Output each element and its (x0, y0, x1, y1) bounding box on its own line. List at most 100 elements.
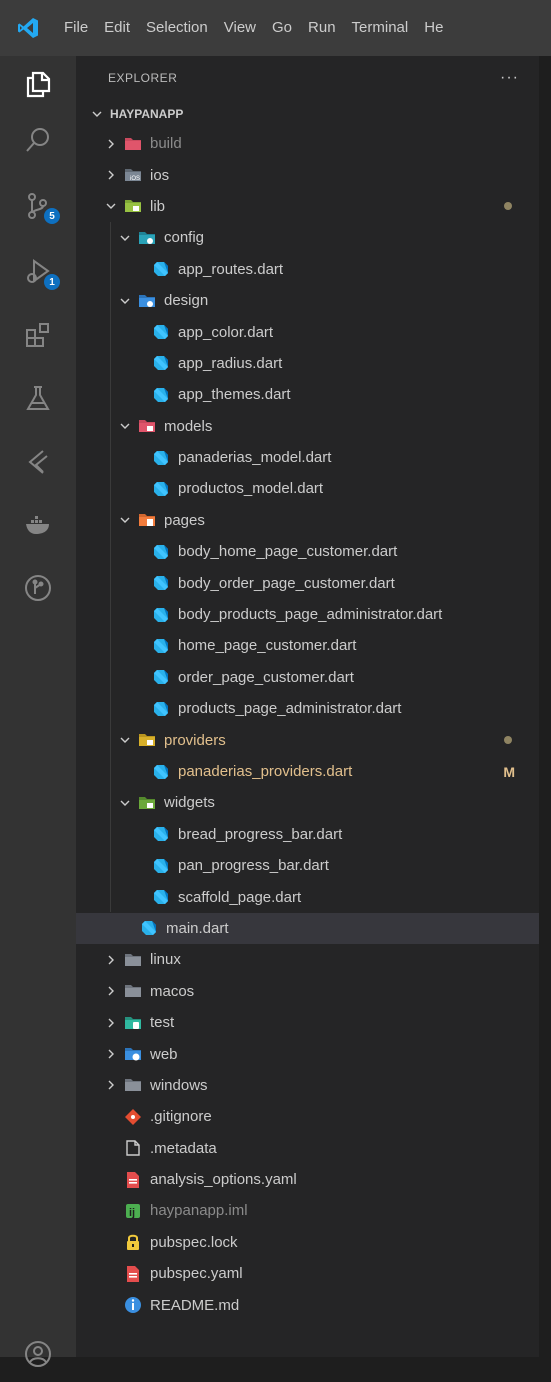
folder-pages[interactable]: pages (76, 505, 539, 536)
folder-build[interactable]: build (76, 128, 539, 159)
pages-folder-icon (138, 511, 156, 529)
file-body-order-page-customer-dart[interactable]: body_order_page_customer.dart (76, 567, 539, 598)
search-icon[interactable] (0, 112, 76, 168)
folder-config[interactable]: config (76, 222, 539, 253)
dart-file-icon (152, 354, 170, 372)
docker-icon[interactable] (0, 496, 76, 552)
file-products-page-administrator-dart[interactable]: products_page_administrator.dart (76, 693, 539, 724)
file-pan-progress-bar-dart[interactable]: pan_progress_bar.dart (76, 850, 539, 881)
explorer-icon[interactable] (0, 56, 76, 112)
editor-edge (539, 56, 551, 1357)
git-modified-badge: M (503, 763, 515, 780)
menu-he[interactable]: He (416, 0, 451, 56)
tree-item-label: pubspec.lock (150, 1233, 238, 1251)
file-order-page-customer-dart[interactable]: order_page_customer.dart (76, 662, 539, 693)
folder-ios[interactable]: iOS ios (76, 159, 539, 190)
source-control-badge: 5 (44, 208, 60, 224)
tree-item-label: README.md (150, 1296, 240, 1314)
tree-item-label: .metadata (150, 1139, 217, 1157)
tree-item-label: panaderias_model.dart (178, 449, 332, 467)
folder-web[interactable]: web (76, 1038, 539, 1069)
chevron-down-icon (118, 295, 132, 307)
tree-item-label: home_page_customer.dart (178, 637, 357, 655)
tree-item-label: haypanapp.iml (150, 1202, 248, 1220)
tree-item-label: providers (164, 731, 226, 749)
file-home-page-customer-dart[interactable]: home_page_customer.dart (76, 630, 539, 661)
tree-item-label: body_order_page_customer.dart (178, 574, 395, 592)
iml-file-icon: ij (124, 1202, 142, 1220)
folder-providers[interactable]: providers (76, 724, 539, 755)
file-app-color-dart[interactable]: app_color.dart (76, 316, 539, 347)
file-panaderias-providers-dart[interactable]: panaderias_providers.dart M (76, 756, 539, 787)
explorer-title: EXPLORER (108, 71, 178, 85)
dart-file-icon (152, 323, 170, 341)
chevron-down-icon (118, 734, 132, 746)
menu-file[interactable]: File (56, 0, 96, 56)
source-control-icon[interactable]: 5 (0, 178, 76, 234)
file-metadata[interactable]: .metadata (76, 1133, 539, 1164)
dart-file-icon (152, 857, 170, 875)
file-app-radius-dart[interactable]: app_radius.dart (76, 348, 539, 379)
file-gitignore[interactable]: .gitignore (76, 1101, 539, 1132)
folder-windows[interactable]: windows (76, 1070, 539, 1101)
gitignore-file-icon (124, 1108, 142, 1126)
flutter-icon[interactable] (0, 434, 76, 490)
tree-item-label: test (150, 1014, 175, 1032)
testing-icon[interactable] (0, 370, 76, 426)
folder-linux[interactable]: linux (76, 944, 539, 975)
extensions-icon[interactable] (0, 307, 76, 363)
tree-item-label: ios (150, 166, 170, 184)
folder-macos[interactable]: macos (76, 976, 539, 1007)
file-analysis-options-yaml[interactable]: analysis_options.yaml (76, 1164, 539, 1195)
file-body-products-page-administrator-dart[interactable]: body_products_page_administrator.dart (76, 599, 539, 630)
account-icon[interactable] (0, 1326, 76, 1382)
run-debug-icon[interactable]: 1 (0, 244, 76, 300)
git-graph-icon[interactable] (0, 560, 76, 616)
more-actions-icon[interactable]: ··· (500, 69, 539, 87)
menu-edit[interactable]: Edit (96, 0, 138, 56)
activity-bar: 5 1 (0, 56, 76, 1367)
tree-item-label: web (150, 1045, 178, 1063)
file-app-routes-dart[interactable]: app_routes.dart (76, 254, 539, 285)
title-bar: File Edit Selection View Go Run Terminal He (0, 0, 551, 56)
file-app-themes-dart[interactable]: app_themes.dart (76, 379, 539, 410)
file-haypanapp-iml[interactable]: ij haypanapp.iml (76, 1195, 539, 1226)
dart-file-icon (152, 386, 170, 404)
file-scaffold-page-dart[interactable]: scaffold_page.dart (76, 881, 539, 912)
build-folder-icon (124, 135, 142, 153)
file-productos-model-dart[interactable]: productos_model.dart (76, 473, 539, 504)
menu-run[interactable]: Run (300, 0, 344, 56)
workspace-root-header[interactable]: HAYPANAPP (76, 100, 539, 128)
tree-item-label: analysis_options.yaml (150, 1171, 297, 1189)
tree-item-label: widgets (164, 794, 215, 812)
chevron-down-icon (90, 108, 104, 120)
file-pubspec-lock[interactable]: pubspec.lock (76, 1227, 539, 1258)
dart-file-icon (152, 480, 170, 498)
file-body-home-page-customer-dart[interactable]: body_home_page_customer.dart (76, 536, 539, 567)
tree-item-label: models (164, 417, 213, 435)
folder-test[interactable]: test (76, 1007, 539, 1038)
file-pubspec-yaml[interactable]: pubspec.yaml (76, 1258, 539, 1289)
file-readme-md[interactable]: README.md (76, 1289, 539, 1320)
menu-terminal[interactable]: Terminal (344, 0, 417, 56)
tree-item-label: productos_model.dart (178, 480, 324, 498)
config-folder-icon (138, 229, 156, 247)
tree-item-label: main.dart (166, 919, 229, 937)
file-main-dart[interactable]: main.dart (76, 912, 539, 945)
folder-widgets[interactable]: widgets (76, 787, 539, 818)
tree-item-label: linux (150, 951, 181, 969)
folder-models[interactable]: models (76, 411, 539, 442)
dart-file-icon (152, 260, 170, 278)
tree-item-label: macos (150, 982, 195, 1000)
menu-selection[interactable]: Selection (138, 0, 216, 56)
folder-lib[interactable]: lib (76, 191, 539, 222)
svg-text:iOS: iOS (130, 176, 140, 182)
file-bread-progress-bar-dart[interactable]: bread_progress_bar.dart (76, 819, 539, 850)
menu-view[interactable]: View (216, 0, 264, 56)
chevron-down-icon (104, 200, 118, 212)
tree-item-label: pages (164, 511, 205, 529)
file-panaderias-model-dart[interactable]: panaderias_model.dart (76, 442, 539, 473)
menu-go[interactable]: Go (264, 0, 300, 56)
folder-design[interactable]: design (76, 285, 539, 316)
chevron-right-icon (104, 1079, 118, 1091)
